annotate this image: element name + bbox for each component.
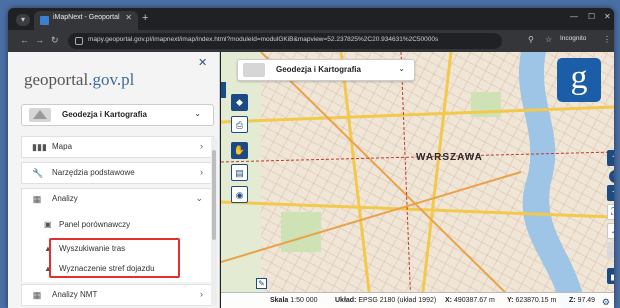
print-button[interactable]: ⎙ xyxy=(231,116,248,133)
y-value: 623870.15 m xyxy=(515,297,557,304)
geoportal-g-logo: g xyxy=(557,58,601,102)
profile-select[interactable]: Geodezja i Kartografia ⌄ xyxy=(21,104,214,126)
menu-item-label: Analizy NMT xyxy=(52,290,98,299)
y-coordinate: Y: 623870.15 m xyxy=(507,297,556,304)
profile-select-label: Geodezja i Kartografia xyxy=(62,110,147,119)
crs-readout: Układ: EPSG 2180 (układ 1992) xyxy=(335,297,436,304)
x-label: X: xyxy=(445,297,452,304)
sidebar-close-icon[interactable]: ✕ xyxy=(198,56,207,69)
settings-gear-icon[interactable]: ⚙ xyxy=(602,297,610,308)
bookmark-star-icon[interactable]: ☆ xyxy=(545,35,552,44)
close-window-icon[interactable]: ✕ xyxy=(604,12,611,21)
x-value: 490387.67 m xyxy=(453,297,495,304)
status-bar: Skala 1:50 000 Układ: EPSG 2180 (układ 1… xyxy=(221,292,614,308)
sidebar: ✕ geoportal.gov.pl Geodezja i Kartografi… xyxy=(8,52,220,308)
z-label: Z: xyxy=(569,297,576,304)
site-info-icon[interactable] xyxy=(75,37,83,45)
address-bar: ← → ↻ mapy.geoportal.gov.pl/imapnext/ima… xyxy=(8,30,614,52)
chevron-right-icon: › xyxy=(200,141,203,151)
x-coordinate: X: 490387.67 m xyxy=(445,297,495,304)
zoom-out-button[interactable]: − xyxy=(607,185,614,201)
y-label: Y: xyxy=(507,297,514,304)
tab-close-icon[interactable]: ✕ xyxy=(125,13,132,22)
reload-icon[interactable]: ↻ xyxy=(51,35,59,46)
menu-item-label: Narzędzia podstawowe xyxy=(52,168,135,177)
map-view[interactable]: Geodezja i Kartografia ⌄ ◆ ⎙ ✋ ▤ ◉ g WAR… xyxy=(221,52,614,308)
forward-icon[interactable]: → xyxy=(35,35,44,45)
tab-search-icon[interactable]: ▾ xyxy=(16,14,30,26)
maximize-icon[interactable]: ☐ xyxy=(588,12,595,21)
browser-menu-icon[interactable]: ⋮ xyxy=(603,35,611,44)
photo-button[interactable]: ◉ xyxy=(231,186,248,203)
menu-item-mapa[interactable]: ▮▮▮ Mapa › xyxy=(21,136,214,158)
geoportal-logo[interactable]: geoportal.gov.pl xyxy=(24,70,134,90)
edit-icon[interactable]: ✎ xyxy=(256,278,267,289)
fullscreen-button[interactable]: ⛶ xyxy=(607,204,614,220)
map-tools-button[interactable]: ▟ xyxy=(607,268,614,284)
wrench-icon: 🔧 xyxy=(32,168,44,178)
chevron-down-icon: ⌄ xyxy=(398,64,405,73)
favicon-icon xyxy=(40,16,49,25)
browser-window: ▾ iMapNext - Geoportal ✕ + — ☐ ✕ ← → ↻ m… xyxy=(8,8,614,308)
incognito-indicator[interactable]: Incognito xyxy=(560,35,586,42)
zoom-in-button[interactable]: + xyxy=(607,150,614,166)
highlight-box xyxy=(49,238,180,278)
chevron-right-icon: › xyxy=(200,289,203,299)
submenu-item-panel-porownawczy[interactable]: ▣ Panel porównawczy xyxy=(44,220,130,229)
page-content: ✕ geoportal.gov.pl Geodezja i Kartografi… xyxy=(8,52,614,308)
document-button[interactable]: ▤ xyxy=(231,164,248,181)
compare-panel-icon: ▣ xyxy=(44,220,52,229)
major-road xyxy=(221,105,614,124)
secondary-road xyxy=(260,52,522,308)
secondary-road xyxy=(221,171,522,263)
analysis-icon: ▦ xyxy=(32,290,42,300)
minimize-icon[interactable]: — xyxy=(570,12,578,21)
analysis-icon: ▦ xyxy=(32,194,42,204)
sidebar-scroll-thumb[interactable] xyxy=(212,150,216,240)
chevron-down-icon: ⌄ xyxy=(195,193,203,203)
menu-item-label: Analizy xyxy=(52,194,78,203)
profile-thumbnail xyxy=(243,63,265,77)
major-road xyxy=(419,52,453,308)
layers-button[interactable]: ◆ xyxy=(231,94,248,111)
submenu-item-label: Panel porównawczy xyxy=(59,220,131,229)
map-tiles xyxy=(221,52,614,308)
chevron-down-icon: ⌄ xyxy=(194,109,201,118)
z-coordinate: Z: 97.49 xyxy=(569,297,595,304)
scale-value[interactable]: 1:50 000 xyxy=(290,297,317,304)
forward-view-button[interactable]: → xyxy=(607,242,614,258)
railway-line xyxy=(400,52,412,308)
menu-item-analizy[interactable]: ▦ Analizy ⌄ xyxy=(21,188,214,210)
chevron-right-icon: › xyxy=(200,167,203,177)
logo-text: geoportal xyxy=(24,70,89,89)
back-view-button[interactable]: ← xyxy=(607,223,614,239)
new-tab-icon[interactable]: + xyxy=(142,12,148,24)
profile-thumbnail xyxy=(29,108,51,122)
crs-value[interactable]: EPSG 2180 (układ 1992) xyxy=(358,297,436,304)
url-text: mapy.geoportal.gov.pl/imapnext/imap/inde… xyxy=(88,36,439,43)
scale-label: Skala xyxy=(270,297,289,304)
scale-readout: Skala 1:50 000 xyxy=(270,297,318,304)
menu-item-label: Mapa xyxy=(52,142,73,151)
city-label: WARSZAWA xyxy=(416,152,483,163)
zoom-lens-icon[interactable]: ⚲ xyxy=(528,35,534,44)
browser-titlebar: ▾ iMapNext - Geoportal ✕ + — ☐ ✕ xyxy=(8,8,614,30)
menu-item-analizy-nmt[interactable]: ▦ Analizy NMT › xyxy=(21,284,214,306)
map-park-area xyxy=(281,212,321,252)
menu-item-narzedzia[interactable]: 🔧 Narzędzia podstawowe › xyxy=(21,162,214,184)
major-road xyxy=(339,52,373,308)
major-road xyxy=(221,200,614,219)
map-profile-select[interactable]: Geodezja i Kartografia ⌄ xyxy=(237,59,415,81)
logo-domain: .gov.pl xyxy=(88,70,135,89)
hand-tool-button[interactable]: ✋ xyxy=(231,142,248,159)
map-profile-label: Geodezja i Kartografia xyxy=(276,65,361,74)
layers-bars-icon: ▮▮▮ xyxy=(32,142,47,152)
tab-title: iMapNext - Geoportal xyxy=(53,14,120,21)
back-icon[interactable]: ← xyxy=(20,35,29,45)
browser-tab[interactable]: iMapNext - Geoportal ✕ xyxy=(34,11,138,30)
panel-collapse-tab[interactable] xyxy=(221,82,226,98)
z-value: 97.49 xyxy=(577,297,596,304)
url-field[interactable]: mapy.geoportal.gov.pl/imapnext/imap/inde… xyxy=(68,33,502,49)
crs-label: Układ: xyxy=(335,297,357,304)
